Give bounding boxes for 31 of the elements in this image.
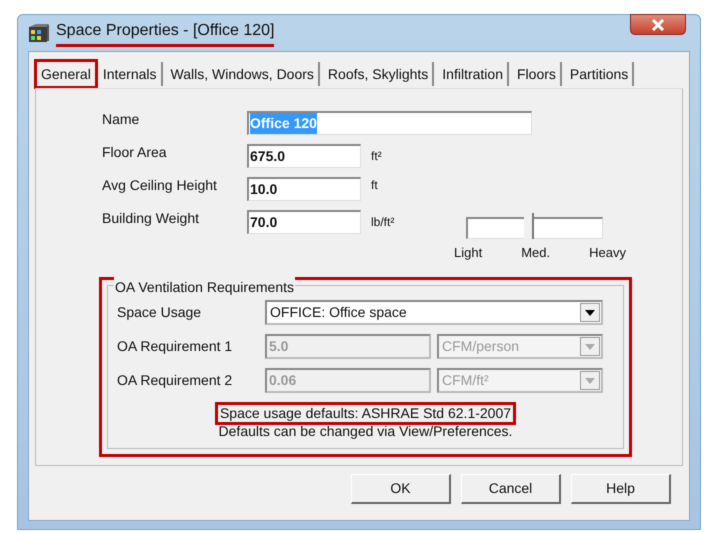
- unit-label: ft: [371, 177, 378, 194]
- building-icon: [28, 23, 50, 43]
- dialog-button[interactable]: Help: [571, 474, 671, 504]
- close-icon: [651, 18, 665, 30]
- window-title: Space Properties - [Office 120]: [56, 19, 274, 47]
- field-label: Avg Ceiling Height: [102, 176, 218, 195]
- unit-label: lb/ft²: [371, 214, 394, 231]
- slider-label: Med.: [521, 244, 550, 262]
- field-label: OA Requirement 2: [117, 371, 234, 390]
- field-label: Space Usage: [117, 303, 202, 322]
- field-label: Name: [102, 110, 140, 128]
- field-value: Office 120: [250, 113, 317, 134]
- dropdown[interactable]: OFFICE: Office space: [265, 300, 603, 325]
- field-label: Building Weight: [102, 208, 200, 228]
- defaults-note: Space usage defaults: ASHRAE Std 62.1-2007: [218, 405, 514, 422]
- slider-label: Light: [454, 244, 482, 262]
- dialog-button[interactable]: OK: [351, 474, 451, 504]
- group-title: OA Ventilation Requirements: [114, 277, 295, 298]
- slider-label: Heavy: [589, 244, 626, 262]
- dialog-button[interactable]: Cancel: [461, 474, 561, 504]
- hint-text: Defaults can be changed via View/Preferences.: [218, 423, 512, 440]
- field-value: 675.0: [250, 147, 286, 166]
- input-field[interactable]: 70.0: [247, 210, 361, 234]
- unit-label: ft²: [371, 148, 382, 165]
- input-field[interactable]: 675.0: [247, 144, 361, 168]
- input-field[interactable]: 10.0: [247, 177, 361, 201]
- close-button[interactable]: [630, 14, 686, 35]
- field-label: Floor Area: [102, 142, 168, 162]
- field-value: 70.0: [250, 213, 278, 232]
- field-label: OA Requirement 1: [117, 337, 234, 356]
- field-value: 10.0: [250, 180, 278, 199]
